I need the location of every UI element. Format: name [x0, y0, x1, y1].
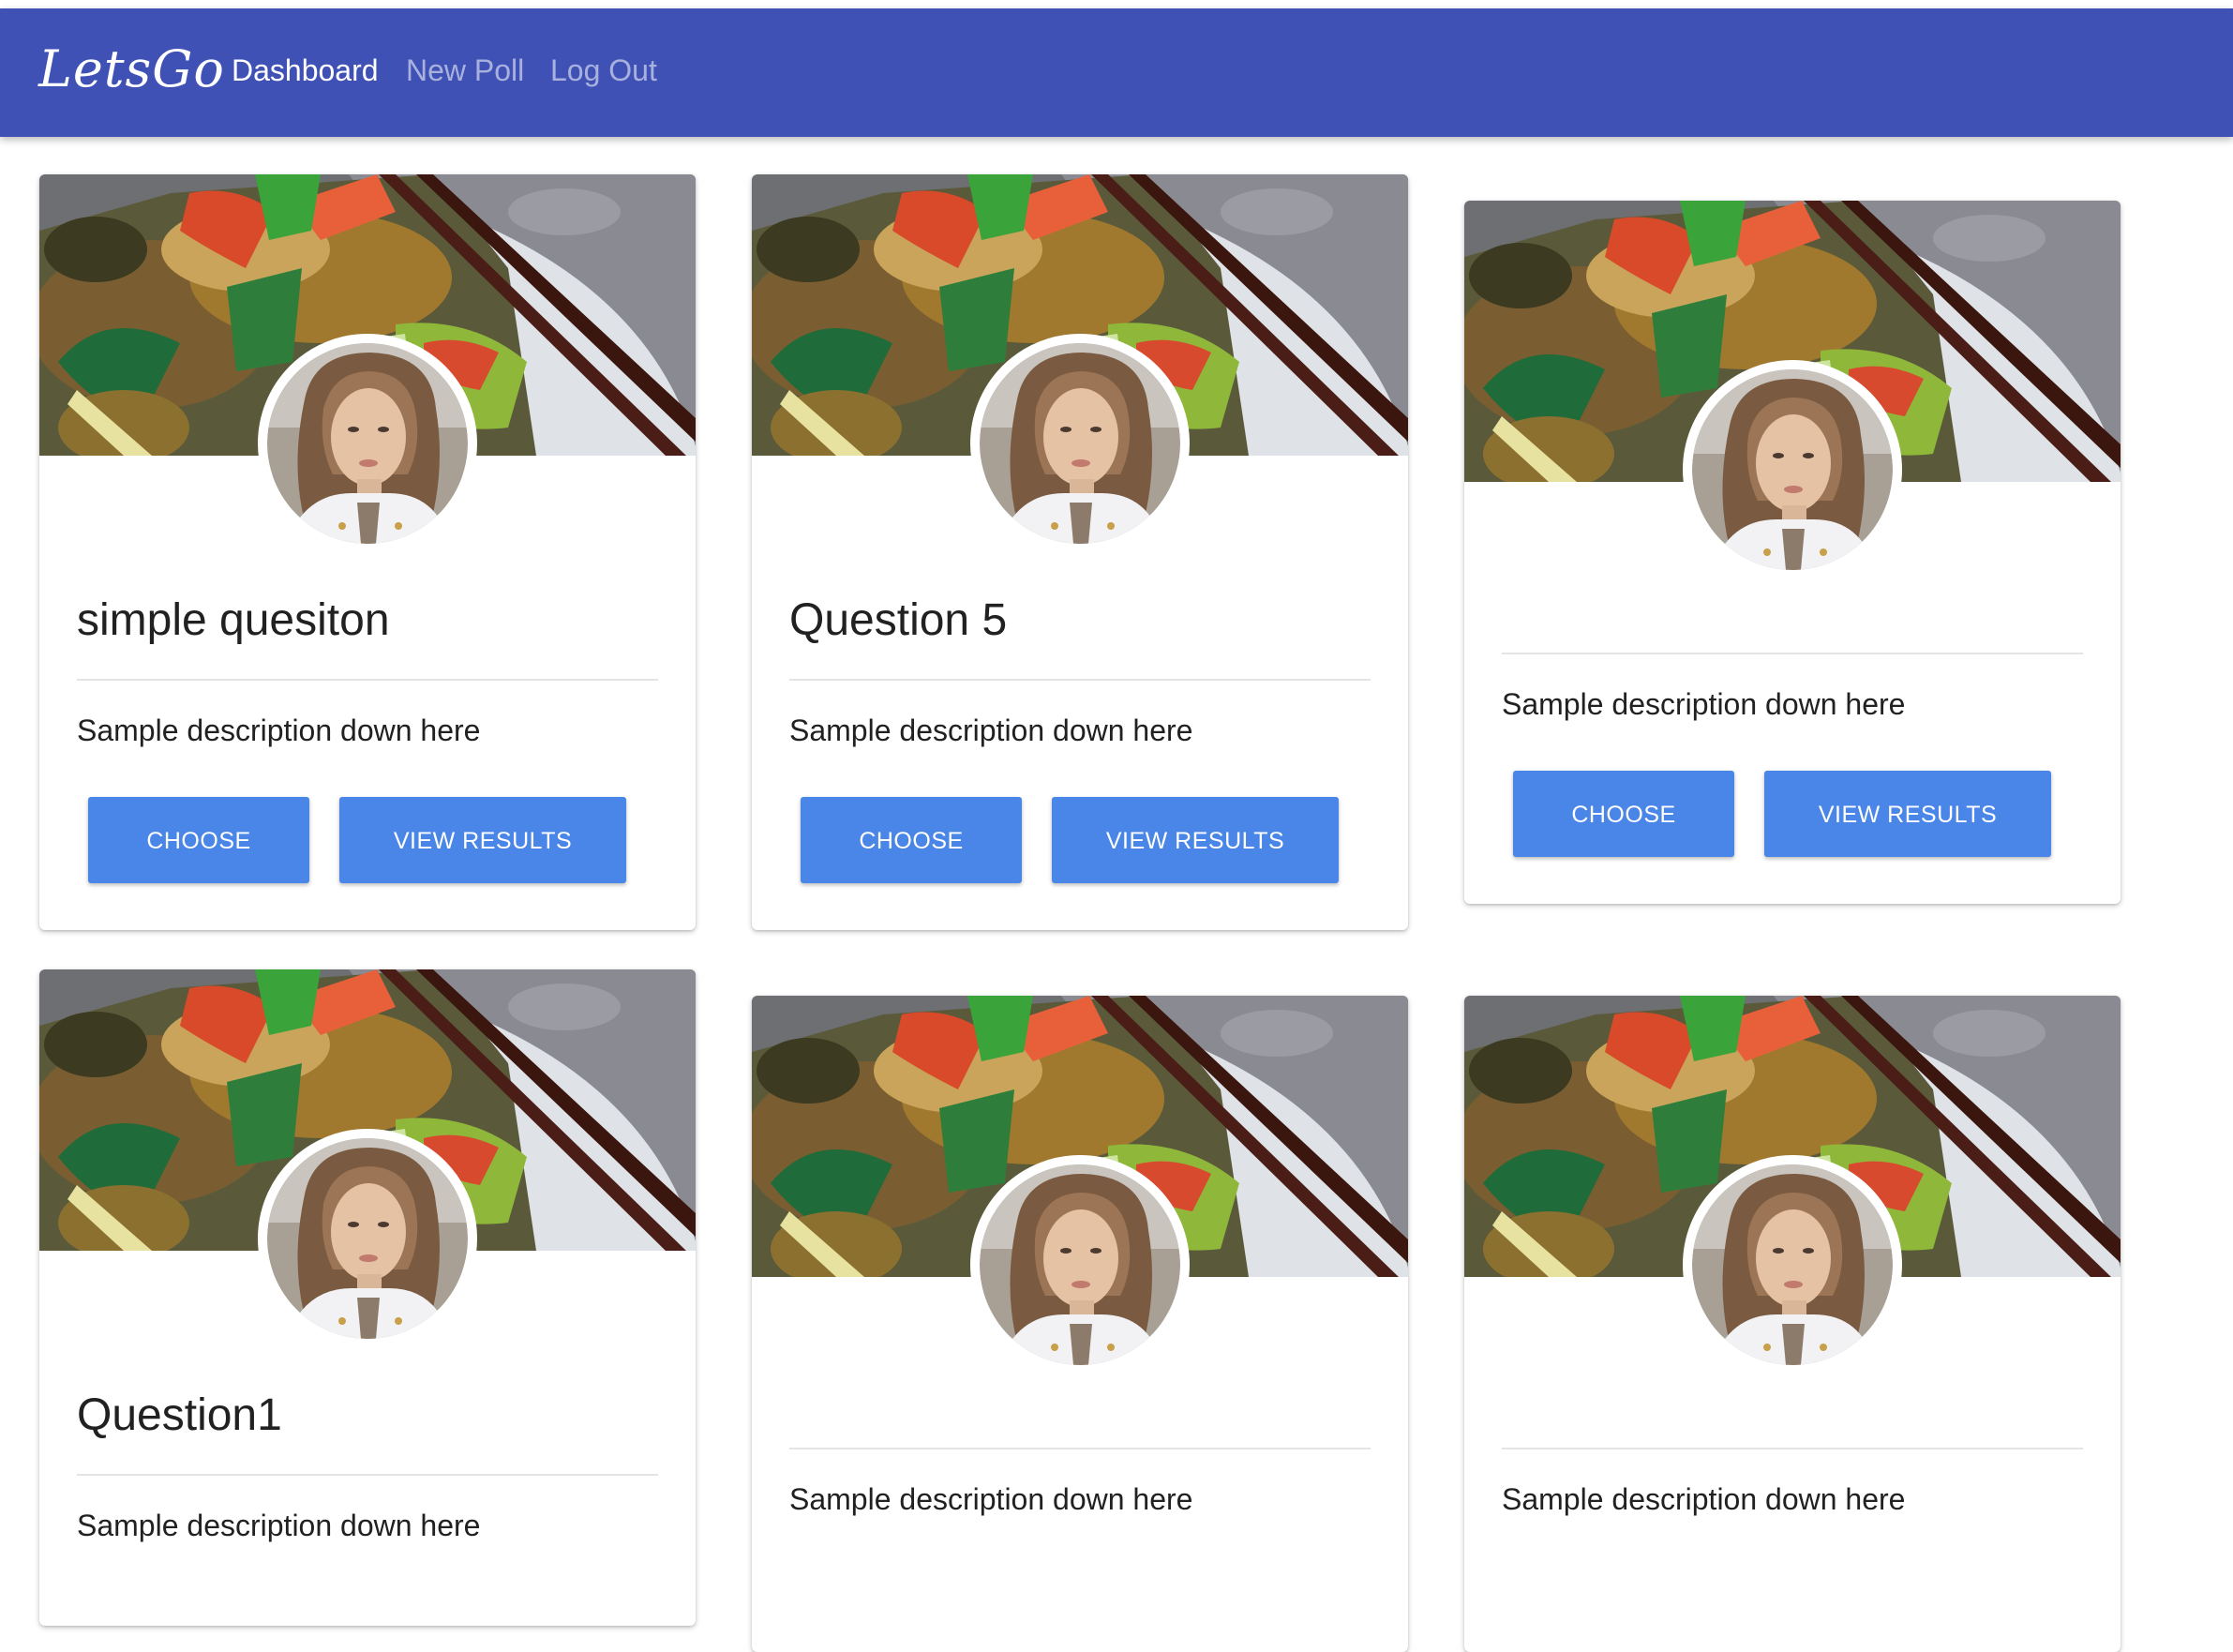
avatar: [258, 334, 477, 553]
card-divider: [1502, 1448, 2083, 1449]
poll-card: Sample description down here: [752, 996, 1408, 1652]
avatar: [1683, 1155, 1902, 1374]
card-title: Question1: [77, 1390, 282, 1440]
poll-card: simple quesiton Sample description down …: [39, 174, 696, 930]
view-results-button[interactable]: VIEW RESULTS: [339, 797, 626, 883]
avatar: [970, 334, 1190, 553]
card-divider: [77, 1474, 658, 1476]
card-divider: [789, 679, 1371, 681]
card-title: Question 5: [789, 595, 1008, 645]
card-description: Sample description down here: [789, 713, 1193, 747]
nav-log-out-link[interactable]: Log Out: [550, 53, 657, 88]
card-divider: [77, 679, 658, 681]
brand-logo[interactable]: LetsGo: [38, 39, 225, 98]
navbar: LetsGo Dashboard New Poll Log Out: [0, 8, 2233, 137]
view-results-button[interactable]: VIEW RESULTS: [1052, 797, 1339, 883]
avatar: [1683, 360, 1902, 579]
nav-new-poll-link[interactable]: New Poll: [406, 53, 524, 88]
poll-card: Question1 Sample description down here: [39, 969, 696, 1626]
card-description: Sample description down here: [789, 1482, 1193, 1516]
card-title: simple quesiton: [77, 595, 390, 645]
poll-card: Question 5 Sample description down here …: [752, 174, 1408, 930]
card-description: Sample description down here: [1502, 687, 1906, 721]
choose-button[interactable]: CHOOSE: [1513, 771, 1734, 857]
card-divider: [789, 1448, 1371, 1449]
poll-card: Sample description down here CHOOSE VIEW…: [1464, 201, 2121, 904]
card-description: Sample description down here: [1502, 1482, 1906, 1516]
avatar: [970, 1155, 1190, 1374]
choose-button[interactable]: CHOOSE: [801, 797, 1022, 883]
choose-button[interactable]: CHOOSE: [88, 797, 309, 883]
card-description: Sample description down here: [77, 1509, 481, 1542]
card-divider: [1502, 653, 2083, 654]
poll-card: Sample description down here: [1464, 996, 2121, 1652]
nav-dashboard-link[interactable]: Dashboard: [232, 53, 379, 88]
avatar: [258, 1129, 477, 1348]
view-results-button[interactable]: VIEW RESULTS: [1764, 771, 2051, 857]
top-strip: [0, 0, 2233, 8]
card-description: Sample description down here: [77, 713, 481, 747]
